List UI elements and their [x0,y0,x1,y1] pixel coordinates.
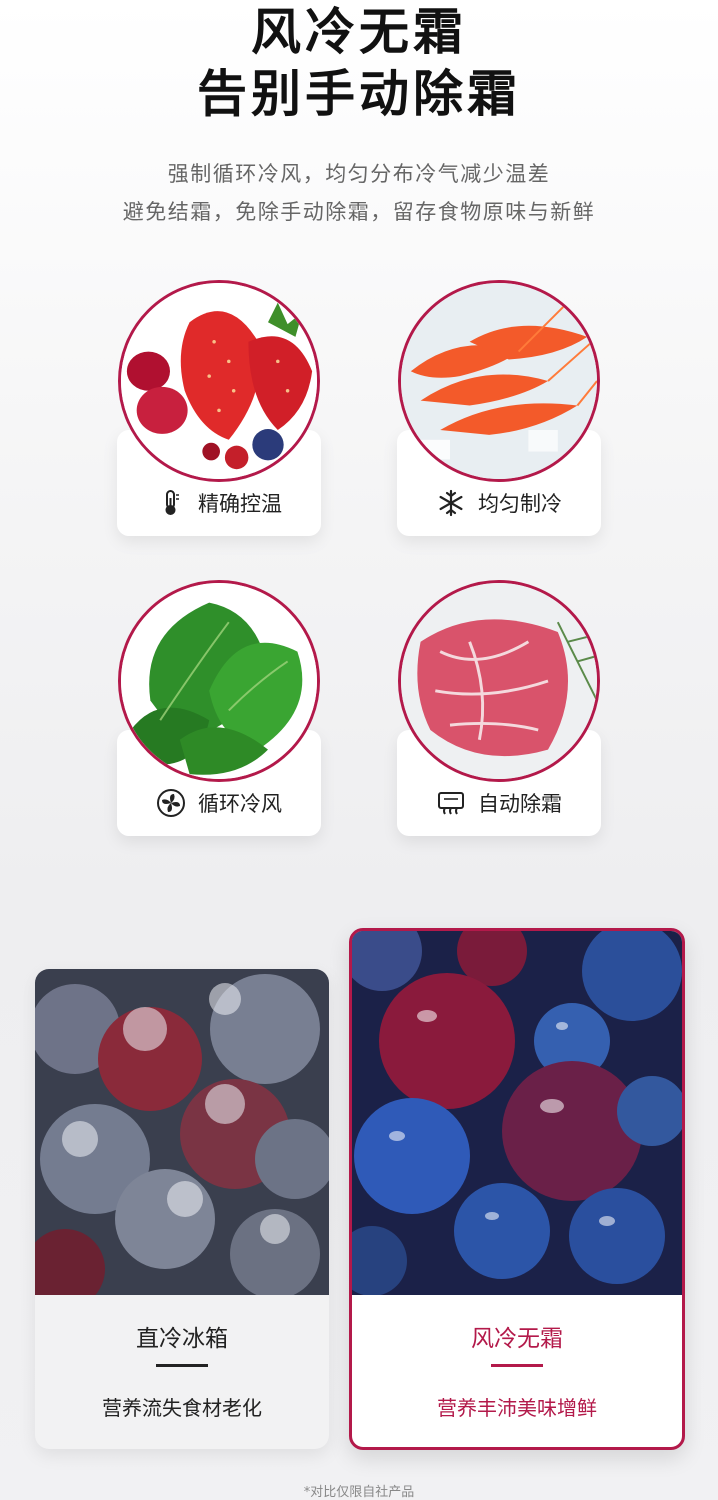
comparison-card-direct-cooling: 直冷冰箱 营养流失食材老化 [35,969,329,1449]
strawberries-image [118,280,320,482]
subtitle-line2: 避免结霜，免除手动除霜，留存食物原味与新鲜 [122,200,596,224]
shrimp-image [398,280,600,482]
page-title-line2: 告别手动除霜 [197,65,521,123]
snowflake-icon [439,489,463,517]
feature-card-defrost: 自动除霜 [397,580,601,838]
subtitle-line1: 强制循环冷风，均匀分布冷气减少温差 [167,162,551,186]
feature-label: 精确控温 [198,492,282,516]
fan-icon [157,789,185,817]
comparison-card-frost-free: 风冷无霜 营养丰沛美味增鲜 [349,928,685,1450]
divider [156,1364,208,1367]
comparison-title: 风冷无霜 [471,1326,563,1352]
comparison-desc: 营养流失食材老化 [102,1396,262,1420]
beef-image [398,580,600,782]
leafy-greens-image [118,580,320,782]
fresh-berries-image [352,931,682,1295]
comparison-title: 直冷冰箱 [136,1326,228,1352]
feature-label: 均匀制冷 [478,492,562,516]
frosted-berries-image [35,969,329,1295]
thermometer-icon [165,490,179,515]
feature-card-airflow: 循环冷风 [117,580,321,838]
footnote: *对比仅限自社产品 [303,1485,415,1500]
feature-label: 循环冷风 [198,792,282,816]
feature-card-cooling: 均匀制冷 [397,280,601,538]
defrost-icon [438,792,464,815]
feature-card-temperature: 精确控温 [117,280,321,538]
comparison-desc: 营养丰沛美味增鲜 [437,1396,597,1420]
divider [491,1364,543,1367]
feature-label: 自动除霜 [478,792,562,816]
